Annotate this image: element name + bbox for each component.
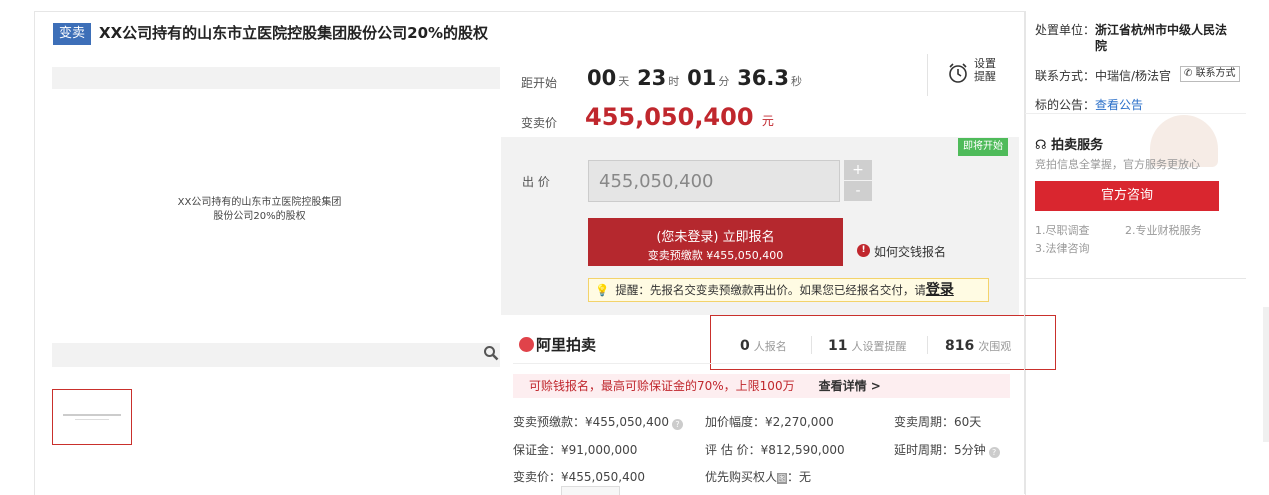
ali-auction-icon	[519, 337, 534, 352]
service-item[interactable]: 2.专业财税服务	[1125, 222, 1202, 238]
zoom-icon[interactable]	[483, 345, 499, 361]
stat-signups: 0 人报名	[740, 338, 787, 354]
countdown-label: 距开始	[521, 76, 558, 90]
countdown-days: 00	[587, 66, 617, 90]
detail-priority: 优先购买权人图：无	[705, 470, 812, 484]
priority-icon: 图	[777, 473, 788, 484]
detail-increment: 加价幅度：¥2,270,000	[705, 415, 834, 429]
service-item[interactable]: 3.法律咨询	[1035, 240, 1090, 256]
how-to-pay-link[interactable]: 如何交钱报名	[874, 243, 946, 260]
lightbulb-icon: 💡	[595, 283, 610, 297]
service-subtitle: 竞拍信息全掌握，官方服务更放心	[1035, 158, 1200, 171]
credit-promo: 可赊钱报名，最高可赊保证金的70%，上限100万 查看详情 >	[513, 374, 1010, 398]
disposal-unit: 处置单位：浙江省杭州市中级人民法	[1035, 23, 1228, 37]
image-caption-line2: 股份公司20%的股权	[213, 211, 306, 222]
price-label: 变卖价	[521, 116, 558, 130]
service-title: ☊ 拍卖服务	[1035, 138, 1104, 153]
status-badge: 即将开始	[958, 138, 1008, 156]
bid-input[interactable]: 455,050,400	[588, 160, 840, 202]
scrollbar[interactable]	[1263, 307, 1269, 442]
detail-deposit: 变卖预缴款：¥455,050,400?	[513, 413, 683, 430]
detail-period: 变卖周期：60天	[894, 415, 982, 429]
login-tip: 💡 提醒：先报名交变卖预缴款再出价。如果您已经报名交付，请登录	[588, 278, 989, 302]
countdown-seconds: 36.3	[737, 66, 790, 90]
stat-reminders: 11 人设置提醒	[828, 338, 907, 354]
page-title: XX公司持有的山东市立医院控股集团股份公司20%的股权	[99, 24, 489, 42]
signup-button[interactable]: (您未登录) 立即报名 变卖预缴款 ¥455,050,400	[588, 218, 843, 266]
help-icon: ?	[988, 447, 1000, 458]
detail-delay: 延时周期：5分钟?	[894, 441, 1000, 458]
image-top-bar	[52, 67, 500, 89]
detail-sale-price: 变卖价：¥455,050,400	[513, 470, 645, 484]
image-toolbar	[52, 343, 500, 367]
set-reminder-button[interactable]: 设置 提醒	[974, 57, 996, 83]
image-caption-line1: XX公司持有的山东市立医院控股集团	[177, 197, 342, 208]
sale-type-badge: 变卖	[53, 23, 92, 45]
detail-valuation: 评 估 价：¥812,590,000	[705, 443, 845, 457]
notice-row: 标的公告：查看公告	[1035, 98, 1144, 112]
bid-label: 出 价	[522, 175, 550, 189]
platform-logo: 阿里拍卖	[519, 334, 596, 355]
main-image[interactable]: XX公司持有的山东市立医院控股集团 股份公司20%的股权	[52, 196, 467, 224]
service-item[interactable]: 1.尽职调查	[1035, 222, 1090, 238]
headset-icon: ☊	[1035, 138, 1047, 153]
increase-bid-button[interactable]: +	[844, 160, 872, 180]
stat-views: 816 次围观	[945, 338, 1012, 354]
info-icon: !	[857, 244, 870, 257]
countdown-hours: 23	[637, 66, 667, 90]
detail-bond: 保证金：¥91,000,000	[513, 443, 638, 457]
sale-price: 455,050,400 元	[585, 103, 774, 131]
view-details-link[interactable]: 查看详情 >	[819, 379, 881, 393]
image-thumbnail[interactable]	[52, 389, 132, 445]
view-notice-link[interactable]: 查看公告	[1095, 98, 1143, 112]
login-link[interactable]: 登录	[926, 282, 954, 298]
contact-button[interactable]: ✆ 联系方式	[1180, 66, 1240, 82]
divider	[927, 54, 928, 96]
decrease-bid-button[interactable]: -	[844, 181, 872, 201]
alarm-clock-icon[interactable]	[947, 62, 969, 84]
help-icon: ?	[671, 419, 683, 430]
countdown-minutes: 01	[687, 66, 717, 90]
countdown-timer: 00 天 23 时 01 分 36.3 秒	[587, 66, 803, 90]
contact-info: 联系方式：中瑞信/杨法官	[1035, 69, 1172, 83]
official-consult-button[interactable]: 官方咨询	[1035, 181, 1219, 211]
